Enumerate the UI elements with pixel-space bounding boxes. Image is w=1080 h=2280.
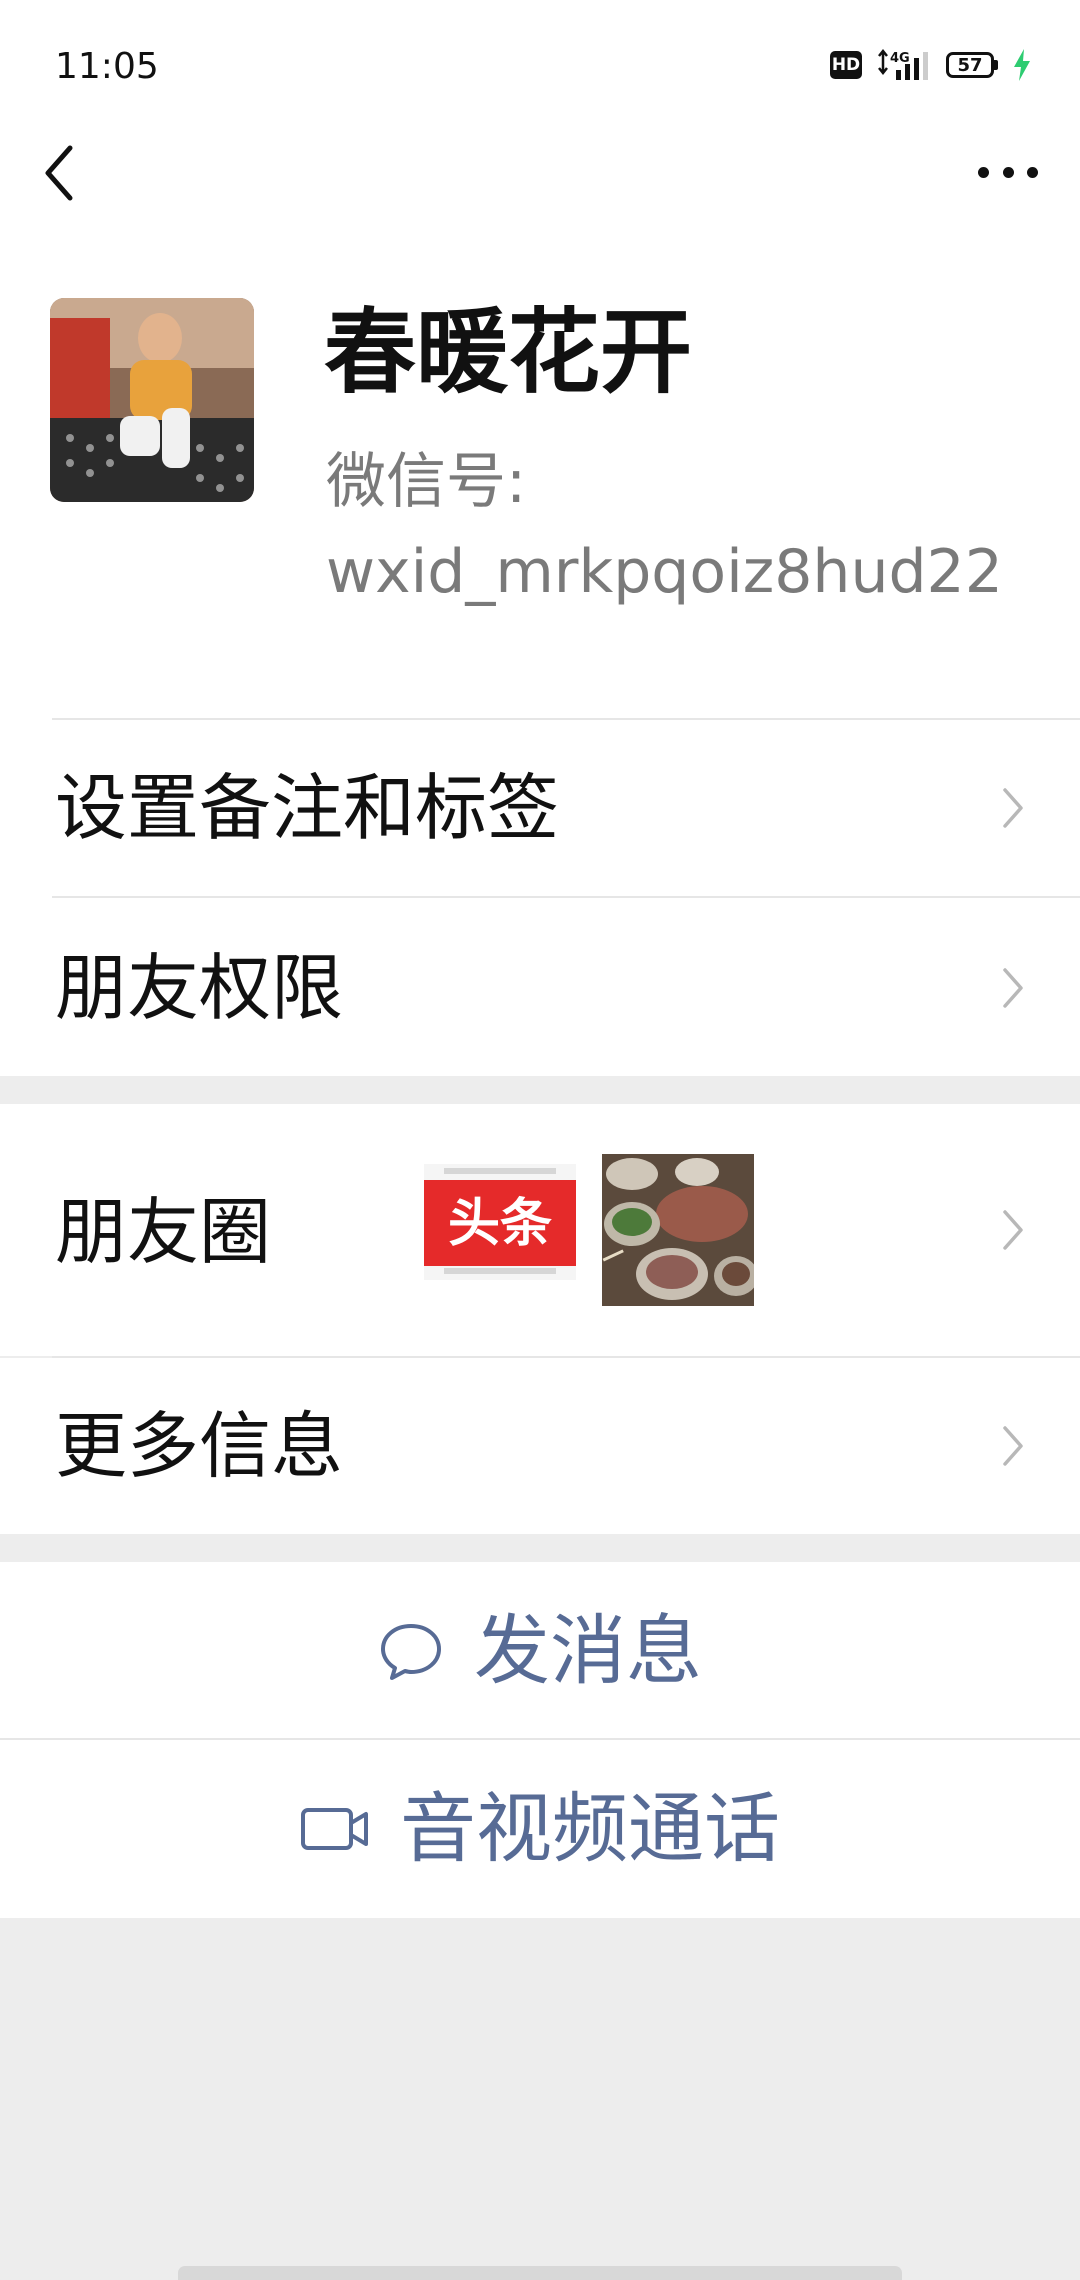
more-info-row[interactable]: 更多信息 [0, 1358, 1080, 1534]
moments-label: 朋友圈 [55, 1190, 272, 1274]
friend-permissions-row[interactable]: 朋友权限 [0, 898, 1080, 1076]
status-icons: HD 4G 57 [830, 48, 1032, 82]
battery-level: 57 [946, 52, 994, 78]
status-time: 11:05 [55, 46, 159, 87]
chevron-right-icon [1003, 1210, 1023, 1250]
moments-thumb-food [602, 1154, 754, 1306]
video-call-button[interactable]: 音视频通话 [0, 1740, 1080, 1918]
remark-tags-label: 设置备注和标签 [55, 766, 560, 850]
network-label: 4G [890, 51, 910, 66]
avatar[interactable] [50, 298, 254, 502]
wxid-value: wxid_mrkpqoiz8hud22 [326, 537, 1003, 607]
nickname: 春暖花开 [324, 299, 693, 406]
remark-tags-row[interactable]: 设置备注和标签 [0, 720, 1080, 896]
chevron-right-icon [1003, 968, 1023, 1008]
video-call-label: 音视频通话 [400, 1784, 780, 1873]
section-gap [0, 1076, 1080, 1104]
wxid-label: 微信号: [326, 447, 527, 517]
battery-icon: 57 [946, 52, 998, 78]
chevron-right-icon [1003, 788, 1023, 828]
send-message-button[interactable]: 发消息 [0, 1562, 1080, 1740]
toutiao-logo-icon: 头条 [424, 1164, 576, 1280]
more-button[interactable] [972, 150, 1044, 194]
chevron-left-icon [45, 145, 73, 201]
send-message-label: 发消息 [474, 1606, 702, 1695]
contact-profile-screen: 11:05 HD 4G 57 春暖花开 微信号: wxid_mrkpqoiz8h… [0, 0, 1080, 2280]
status-bar: 11:05 HD 4G 57 [0, 0, 1080, 110]
friend-permissions-label: 朋友权限 [55, 946, 344, 1030]
moments-thumb-toutiao: 头条 [424, 1164, 576, 1280]
signal-4g-icon: 4G [878, 48, 928, 80]
avatar-photo [50, 298, 254, 502]
toutiao-label: 头条 [448, 1194, 552, 1254]
more-info-label: 更多信息 [55, 1404, 344, 1488]
home-indicator[interactable] [178, 2266, 902, 2280]
moments-row[interactable]: 朋友圈 头条 [0, 1104, 1080, 1356]
chevron-right-icon [1003, 1426, 1023, 1466]
hd-badge: HD [830, 51, 862, 79]
chat-bubble-icon [381, 1624, 441, 1680]
video-camera-icon [301, 1808, 368, 1850]
back-button[interactable] [36, 138, 86, 208]
more-dots-icon [978, 166, 989, 178]
charging-bolt-icon [1014, 49, 1030, 81]
section-gap [0, 1534, 1080, 1562]
food-photo [602, 1154, 754, 1306]
